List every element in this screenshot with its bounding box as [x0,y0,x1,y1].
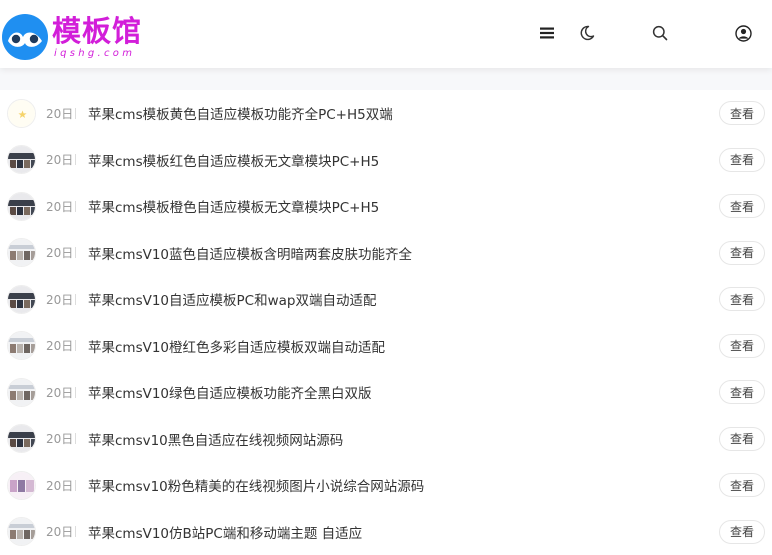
dark-mode-toggle[interactable] [576,22,598,44]
item-title-link[interactable]: 苹果cmsV10自适应模板PC和wap双端自动适配 [88,289,376,309]
list-item[interactable]: 20日苹果cmsV10自适应模板PC和wap双端自动适配 查看 [0,276,772,323]
item-date: 20日 [46,291,73,308]
item-title-link[interactable]: 苹果cms模板黄色自适应模板功能齐全PC+H5双端 [88,103,393,123]
item-title-link[interactable]: 苹果cmsV10绿色自适应模板功能齐全黑白双版 [88,382,372,402]
thumbnail-image[interactable] [7,145,36,174]
thumbnail-image[interactable] [7,424,36,453]
view-button[interactable]: 查看 [719,148,765,172]
item-title-link[interactable]: 苹果cms模板橙色自适应模板无文章模块PC+H5 [88,196,379,216]
logo-mark-icon [2,14,48,60]
item-title-link[interactable]: 苹果cms模板红色自适应模板无文章模块PC+H5 [88,150,379,170]
view-button[interactable]: 查看 [719,101,765,125]
logo-text: 模板馆 iqshg.com [52,13,142,59]
list-item[interactable]: 20日苹果cms模板红色自适应模板无文章模块PC+H5 查看 [0,137,772,184]
list-item[interactable]: 20日苹果cmsV10绿色自适应模板功能齐全黑白双版 查看 [0,369,772,416]
menu-icon [540,27,554,39]
thumbnail-image[interactable] [7,471,36,500]
divider [75,247,76,258]
thumbnail-image[interactable] [7,238,36,267]
search-icon [652,25,668,41]
item-title-link[interactable]: 苹果cmsv10黑色自适应在线视频网站源码 [88,429,343,449]
thumbnail-image[interactable] [7,378,36,407]
divider [75,433,76,444]
divider [75,526,76,537]
item-title-link[interactable]: 苹果cmsV10仿B站PC端和移动端主题 自适应 [88,522,362,542]
menu-button[interactable] [536,22,558,44]
item-date: 20日 [46,477,73,494]
search-button[interactable] [649,22,671,44]
list-item[interactable]: 20日苹果cmsV10蓝色自适应模板含明暗两套皮肤功能齐全 查看 [0,230,772,277]
view-button[interactable]: 查看 [719,241,765,265]
item-date: 20日 [46,244,73,261]
list-item[interactable]: 20日苹果cmsv10黑色自适应在线视频网站源码 查看 [0,416,772,463]
view-button[interactable]: 查看 [719,287,765,311]
divider [75,387,76,398]
view-button[interactable]: 查看 [719,427,765,451]
item-title-link[interactable]: 苹果cmsV10橙红色多彩自适应模板双端自动适配 [88,336,385,356]
item-date: 20日 [46,337,73,354]
user-button[interactable] [732,22,754,44]
divider [75,201,76,212]
item-date: 20日 [46,105,73,122]
item-date: 20日 [46,384,73,401]
view-button[interactable]: 查看 [719,520,765,544]
item-date: 20日 [46,198,73,215]
item-title-link[interactable]: 苹果cmsV10蓝色自适应模板含明暗两套皮肤功能齐全 [88,243,412,263]
view-button[interactable]: 查看 [719,334,765,358]
moon-icon [579,25,595,41]
item-date: 20日 [46,430,73,447]
list-item[interactable]: 20日苹果cms模板黄色自适应模板功能齐全PC+H5双端 查看 [0,90,772,137]
divider [75,480,76,491]
header-spacer [0,68,772,90]
view-button[interactable]: 查看 [719,194,765,218]
thumbnail-image[interactable] [7,285,36,314]
divider [75,108,76,119]
divider [75,340,76,351]
logo-title: 模板馆 [52,13,142,49]
list-item[interactable]: 20日苹果cmsV10橙红色多彩自适应模板双端自动适配 查看 [0,323,772,370]
logo-subtitle: iqshg.com [54,49,142,59]
template-list: 20日苹果cms模板黄色自适应模板功能齐全PC+H5双端查看20日苹果cms模板… [0,90,772,555]
list-item[interactable]: 20日苹果cmsV10仿B站PC端和移动端主题 自适应 查看 [0,509,772,555]
view-button[interactable]: 查看 [719,473,765,497]
item-title-link[interactable]: 苹果cmsv10粉色精美的在线视频图片小说综合网站源码 [88,475,424,495]
view-button[interactable]: 查看 [719,380,765,404]
user-icon [735,25,752,42]
thumbnail-image[interactable] [7,517,36,546]
thumbnail-image[interactable] [7,331,36,360]
site-logo[interactable]: 模板馆 iqshg.com [2,14,142,60]
list-item[interactable]: 20日苹果cmsv10粉色精美的在线视频图片小说综合网站源码 查看 [0,462,772,509]
divider [75,154,76,165]
divider [75,294,76,305]
header: 模板馆 iqshg.com [0,0,772,68]
item-date: 20日 [46,523,73,540]
item-date: 20日 [46,151,73,168]
list-item[interactable]: 20日苹果cms模板橙色自适应模板无文章模块PC+H5 查看 [0,183,772,230]
thumbnail-image[interactable] [7,192,36,221]
thumbnail-image[interactable] [7,99,36,128]
